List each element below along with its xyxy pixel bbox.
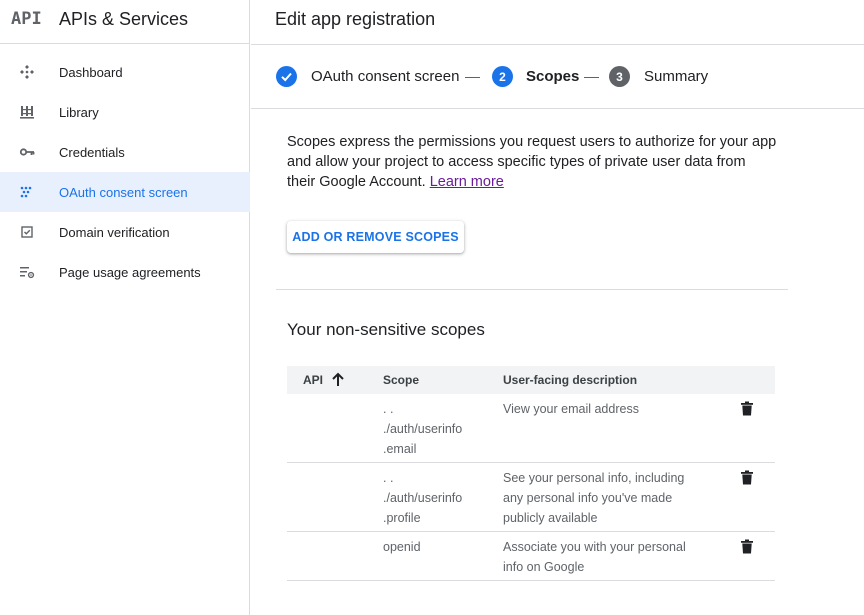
intro-text: Scopes express the permissions you reque… xyxy=(287,132,777,192)
sidebar-item-dashboard[interactable]: Dashboard xyxy=(0,52,250,92)
oauth-icon xyxy=(19,184,35,200)
check-icon xyxy=(276,66,297,87)
stepper: OAuth consent screen 2 Scopes 3 Summary xyxy=(251,44,864,109)
column-header-scope: Scope xyxy=(383,373,420,387)
scope-cell: . . ./auth/userinfo .profile xyxy=(383,468,483,528)
sidebar-item-label: Page usage agreements xyxy=(59,264,201,280)
scope-cell: . . ./auth/userinfo .email xyxy=(383,399,483,459)
sidebar-item-label: Credentials xyxy=(59,144,125,160)
scope-line: ./auth/userinfo xyxy=(383,491,463,505)
page-title: Edit app registration xyxy=(275,9,436,29)
add-or-remove-scopes-button[interactable]: ADD OR REMOVE SCOPES xyxy=(287,221,464,253)
step-connector xyxy=(584,77,599,78)
section-title: Your non-sensitive scopes xyxy=(287,320,485,339)
sidebar-item-credentials[interactable]: Credentials xyxy=(0,132,250,172)
step-summary[interactable]: Summary xyxy=(644,68,708,85)
description-cell: See your personal info, including any pe… xyxy=(503,471,685,525)
step-number-badge: 3 xyxy=(609,66,630,87)
library-icon xyxy=(19,104,35,120)
step-connector xyxy=(465,77,480,78)
arrow-up-icon[interactable] xyxy=(331,372,345,392)
dashboard-icon xyxy=(19,64,35,80)
trash-icon[interactable] xyxy=(740,539,754,559)
description-cell: Associate you with your personal info on… xyxy=(503,540,686,574)
scope-line: openid xyxy=(383,540,421,554)
intro-body: Scopes express the permissions you reque… xyxy=(287,134,777,190)
sidebar-item-label: OAuth consent screen xyxy=(59,184,188,200)
scope-line: ./auth/userinfo xyxy=(383,422,463,436)
key-icon xyxy=(19,144,35,160)
table-row: openid Associate you with your personal … xyxy=(287,532,775,581)
column-header-api[interactable]: API xyxy=(303,373,323,387)
checkbox-icon xyxy=(19,224,35,240)
description-cell: View your email address xyxy=(503,402,639,416)
sidebar-item-oauth-consent-screen[interactable]: OAuth consent screen xyxy=(0,172,250,212)
scope-line: . . xyxy=(383,471,394,485)
step-number-badge: 2 xyxy=(492,66,513,87)
sidebar: API APIs & Services Dashboard Library Cr… xyxy=(0,0,250,615)
sidebar-item-label: Domain verification xyxy=(59,224,170,240)
scope-cell: openid xyxy=(383,537,483,557)
step-scopes[interactable]: Scopes xyxy=(526,68,579,85)
sidebar-item-label: Library xyxy=(59,104,99,120)
divider xyxy=(276,289,788,290)
table-row: . . ./auth/userinfo .profile See your pe… xyxy=(287,463,775,532)
main-content: Edit app registration OAuth consent scre… xyxy=(251,0,864,615)
learn-more-link[interactable]: Learn more xyxy=(430,174,504,190)
sidebar-item-page-usage-agreements[interactable]: Page usage agreements xyxy=(0,252,250,292)
scope-line: .profile xyxy=(383,511,421,525)
sidebar-item-label: Dashboard xyxy=(59,64,123,80)
table-header: API Scope User-facing description xyxy=(287,366,775,394)
step-oauth-consent[interactable]: OAuth consent screen xyxy=(311,68,459,85)
settings-list-icon xyxy=(19,264,35,280)
table-row: . . ./auth/userinfo .email View your ema… xyxy=(287,394,775,463)
sidebar-item-domain-verification[interactable]: Domain verification xyxy=(0,212,250,252)
trash-icon[interactable] xyxy=(740,401,754,421)
sidebar-header: API APIs & Services xyxy=(0,0,249,44)
app-title: APIs & Services xyxy=(59,9,189,29)
scope-line: . . xyxy=(383,402,394,416)
api-logo: API xyxy=(11,9,42,29)
scope-line: .email xyxy=(383,442,417,456)
sidebar-item-library[interactable]: Library xyxy=(0,92,250,132)
trash-icon[interactable] xyxy=(740,470,754,490)
column-header-description: User-facing description xyxy=(503,373,638,387)
scopes-table: API Scope User-facing description . . ./… xyxy=(287,366,775,581)
